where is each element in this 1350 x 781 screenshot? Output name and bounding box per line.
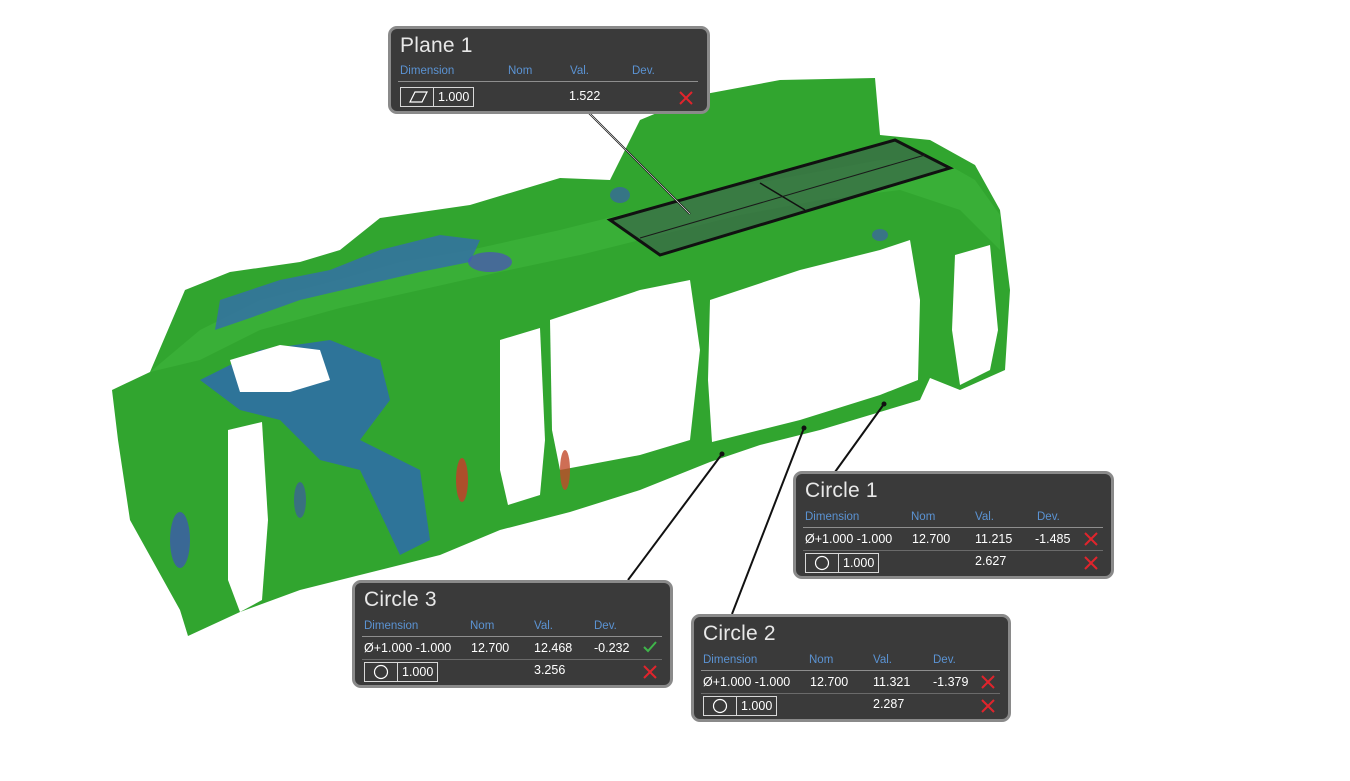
deviation-cell: -0.232: [594, 641, 630, 655]
deviation-cell: -1.485: [1035, 532, 1071, 546]
opening-left: [228, 422, 268, 612]
value-cell: 3.256: [534, 663, 566, 677]
header-dimension: Dimension: [703, 654, 758, 666]
value-cell: 1.522: [569, 89, 601, 103]
fail-icon: [643, 665, 657, 679]
dashboard-scan-model: [112, 78, 1010, 636]
fail-icon: [1084, 532, 1098, 546]
diameter-tolerance: Ø+1.000 -1.000: [364, 641, 452, 655]
plane1-panel[interactable]: Plane 1 Dimension Nom Val. Dev. 1.000 1.…: [388, 26, 710, 114]
header-val: Val.: [975, 511, 994, 523]
panel-title: Plane 1: [400, 34, 473, 57]
nom-cell: 12.700: [810, 675, 849, 689]
circle3-panel[interactable]: Circle 3 Dimension Nom Val. Dev. Ø+1.000…: [352, 580, 673, 688]
header-dimension: Dimension: [400, 65, 455, 77]
diameter-tolerance: Ø+1.000 -1.000: [703, 675, 791, 689]
header-val: Val.: [873, 654, 892, 666]
fail-icon: [981, 699, 995, 713]
value-cell: 11.321: [873, 675, 911, 689]
header-nom: Nom: [470, 620, 495, 632]
panel-title: Circle 1: [805, 479, 878, 502]
value-cell: 2.287: [873, 697, 905, 711]
opening-center-left: [500, 328, 545, 505]
tolerance-box: 1.000: [703, 696, 778, 716]
panel-title: Circle 2: [703, 622, 776, 645]
fail-icon: [981, 675, 995, 689]
circularity-icon: [373, 664, 389, 680]
circle1-panel[interactable]: Circle 1 Dimension Nom Val. Dev. Ø+1.000…: [793, 471, 1114, 579]
header-dev: Dev.: [1037, 511, 1060, 523]
tolerance-box: 1.000: [364, 662, 439, 682]
nom-cell: 12.700: [471, 641, 510, 655]
tolerance-box: 1.000: [805, 553, 880, 573]
value-cell: 11.215: [975, 532, 1013, 546]
circularity-icon: [712, 698, 728, 714]
value-cell: 12.468: [534, 641, 573, 655]
header-nom: Nom: [809, 654, 834, 666]
header-val: Val.: [570, 65, 589, 77]
header-val: Val.: [534, 620, 553, 632]
tolerance-box: 1.000: [400, 87, 475, 107]
deviation-cell: -1.379: [933, 675, 969, 689]
header-dev: Dev.: [632, 65, 655, 77]
header-nom: Nom: [508, 65, 533, 77]
circle2-panel[interactable]: Circle 2 Dimension Nom Val. Dev. Ø+1.000…: [691, 614, 1011, 722]
diameter-tolerance: Ø+1.000 -1.000: [805, 532, 893, 546]
nom-cell: 12.700: [912, 532, 951, 546]
header-dimension: Dimension: [364, 620, 419, 632]
opening-far-right: [952, 245, 998, 385]
header-dev: Dev.: [933, 654, 956, 666]
fail-icon: [679, 91, 693, 105]
flatness-icon: [409, 91, 428, 103]
pass-icon: [643, 641, 657, 653]
header-dimension: Dimension: [805, 511, 860, 523]
header-dev: Dev.: [594, 620, 617, 632]
value-cell: 2.627: [975, 554, 1007, 568]
fail-icon: [1084, 556, 1098, 570]
header-nom: Nom: [911, 511, 936, 523]
circularity-icon: [814, 555, 830, 571]
panel-title: Circle 3: [364, 588, 437, 611]
